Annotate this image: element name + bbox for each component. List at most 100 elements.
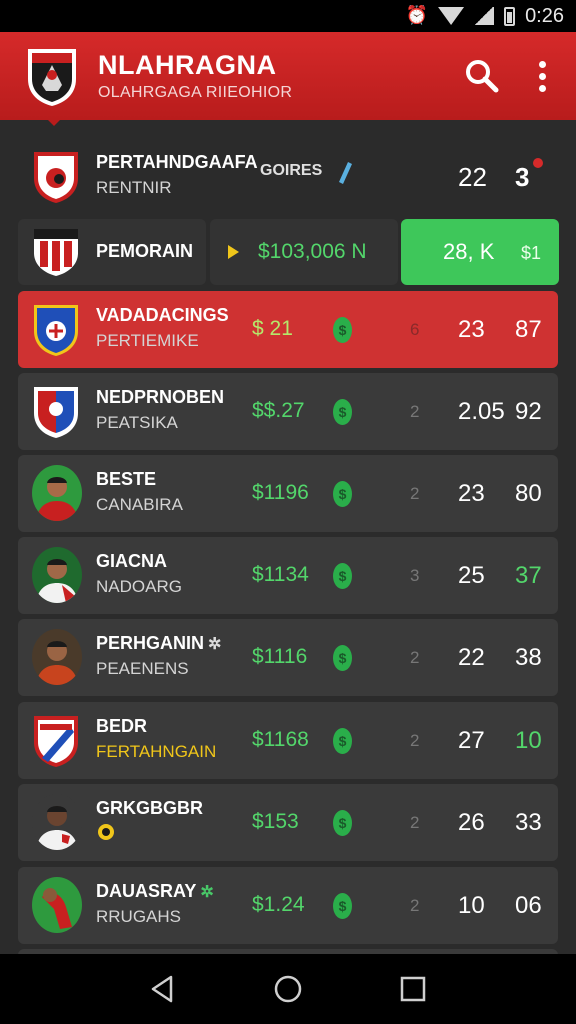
row-small-value: 2 xyxy=(410,484,420,503)
player-avatar xyxy=(32,877,82,933)
row-stat-2: 87 xyxy=(515,316,542,343)
coin-icon: $ xyxy=(333,481,352,507)
row-stat-1: 10 xyxy=(458,892,485,919)
row-sub: FERTAHNGAIN xyxy=(96,742,217,761)
row-sub: PERTIEMIKE xyxy=(96,331,199,350)
coin-icon: $ xyxy=(333,810,352,836)
app-subtitle: OLAHRGAGA RIIEOHIOR xyxy=(98,84,293,101)
row-price: $153 xyxy=(252,810,299,833)
row-sub: RRUGAHS xyxy=(96,907,182,926)
coin-icon: $ xyxy=(333,317,352,343)
featured-button-value: 28, K xyxy=(443,239,495,264)
row-small-value: 2 xyxy=(410,402,420,421)
standings-list: PERTAHNDGAAFA RENTNIR GOIRES 22 3 PEMORA… xyxy=(0,120,576,954)
row-price: $$.27 xyxy=(252,399,305,422)
coin-icon: $ xyxy=(333,399,352,425)
row-small-value: 2 xyxy=(410,648,420,667)
row-stat-2: 10 xyxy=(515,727,542,754)
team-crest-icon xyxy=(34,387,78,438)
team-crest-icon xyxy=(34,152,78,203)
row-stat-2: 80 xyxy=(515,480,542,507)
list-item[interactable]: GIACNA NADOARG $1134 $ 3 25 37 xyxy=(18,537,558,614)
coin-icon: $ xyxy=(333,645,352,671)
team-crest-icon xyxy=(34,229,78,276)
row-sub: CANABIRA xyxy=(96,495,183,514)
row-price: $1168 xyxy=(252,728,309,751)
row-stat-2: 33 xyxy=(515,809,542,836)
status-bar: ⏰ 0:26 xyxy=(0,0,576,32)
alarm-icon: ⏰ xyxy=(405,5,429,26)
overflow-menu-icon[interactable] xyxy=(530,56,554,96)
status-time: 0:26 xyxy=(525,4,564,27)
row-stat-1: 22 xyxy=(458,644,485,671)
row-stat-1: 2.05 xyxy=(458,398,505,425)
coin-icon: $ xyxy=(333,728,352,754)
home-icon[interactable] xyxy=(268,969,308,1009)
row-stat-2: 3 xyxy=(515,162,530,192)
row-name: GRKGBGBR xyxy=(96,798,203,818)
row-stat-2: 06 xyxy=(515,892,542,919)
featured-price-card[interactable]: $103,006 N xyxy=(210,219,398,285)
row-stat-1: 22 xyxy=(458,162,487,192)
pen-icon xyxy=(339,162,352,184)
row-stat-2: 38 xyxy=(515,644,542,671)
player-avatar xyxy=(32,547,82,603)
row-name: NEDPRNOBEN xyxy=(96,387,225,407)
navigation-bar xyxy=(0,954,576,1024)
row-name: VADADACINGS xyxy=(96,305,229,325)
coin-icon: $ xyxy=(333,893,352,919)
list-header-row[interactable]: PERTAHNDGAAFA RENTNIR GOIRES 22 3 xyxy=(18,138,558,215)
row-stat-1: 23 xyxy=(458,316,485,343)
back-icon[interactable] xyxy=(143,969,183,1009)
list-item[interactable]: DAUASRAY ✲ RRUGAHS $1.24 $ 2 10 06 xyxy=(18,867,558,944)
row-name: GIACNA xyxy=(96,551,167,571)
row-sub: NADOARG xyxy=(96,577,182,596)
row-price: $1116 xyxy=(252,645,308,668)
signal-icon xyxy=(474,7,495,25)
team-crest-icon xyxy=(34,716,78,767)
club-logo-icon xyxy=(28,49,76,106)
player-avatar xyxy=(32,465,82,521)
row-stat-2: 37 xyxy=(515,562,542,589)
list-item[interactable]: PERHGANIN ✲ PEAENENS $1116 $ 2 22 38 xyxy=(18,619,558,696)
list-item[interactable]: BEDR FERTAHNGAIN $1168 $ 2 27 10 xyxy=(18,702,558,779)
row-sub: PEATSIKA xyxy=(96,413,178,432)
star-icon: ✲ xyxy=(200,884,214,901)
list-item[interactable]: GRKGBGBR $153 $ 2 26 33 xyxy=(18,784,558,861)
row-small-value: 3 xyxy=(410,566,420,585)
row-stat-1: 27 xyxy=(458,727,485,754)
row-price: $1196 xyxy=(252,481,309,504)
featured-price: $103,006 N xyxy=(258,240,367,263)
row-small-value: 6 xyxy=(410,320,420,339)
search-icon[interactable] xyxy=(462,56,502,96)
play-arrow-icon xyxy=(228,245,239,259)
row-small-value: 2 xyxy=(410,731,420,750)
row-small-value: 2 xyxy=(410,896,420,915)
row-stat-1: 23 xyxy=(458,480,485,507)
list-item[interactable]: VADADACINGS PERTIEMIKE $ 21 $ 6 23 87 xyxy=(18,291,558,368)
row-sub: RENTNIR xyxy=(96,178,172,197)
row-small-value: 2 xyxy=(410,813,420,832)
team-crest-icon xyxy=(34,305,78,356)
list-item[interactable]: NEDPRNOBEN PEATSIKA $$.27 $ 2 2.05 92 xyxy=(18,373,558,450)
row-name: BEDR xyxy=(96,716,148,736)
list-item[interactable]: BESTE CANABIRA $1196 $ 2 23 80 xyxy=(18,455,558,532)
row-name: PERTAHNDGAAFA xyxy=(96,152,258,172)
notification-dot xyxy=(533,158,543,168)
battery-icon xyxy=(504,6,516,26)
row-stat-2: 92 xyxy=(515,398,542,425)
row-stat-1: 25 xyxy=(458,562,485,589)
star-icon: ✲ xyxy=(208,636,222,653)
featured-name: PEMORAIN xyxy=(96,241,194,261)
row-stat-1: 26 xyxy=(458,809,485,836)
recents-icon[interactable] xyxy=(393,969,433,1009)
app-bar: NLAHRAGNA OLAHRGAGA RIIEOHIOR xyxy=(0,32,576,120)
player-avatar xyxy=(32,629,82,685)
player-avatar xyxy=(32,794,82,850)
featured-action-button[interactable]: 28, K $1 xyxy=(401,219,559,285)
featured-team-card[interactable]: PEMORAIN xyxy=(18,219,206,285)
row-sub: PEAENENS xyxy=(96,659,189,678)
row-name: DAUASRAY ✲ xyxy=(96,881,214,901)
badge-icon xyxy=(96,822,116,847)
row-price: $1134 xyxy=(252,563,309,586)
